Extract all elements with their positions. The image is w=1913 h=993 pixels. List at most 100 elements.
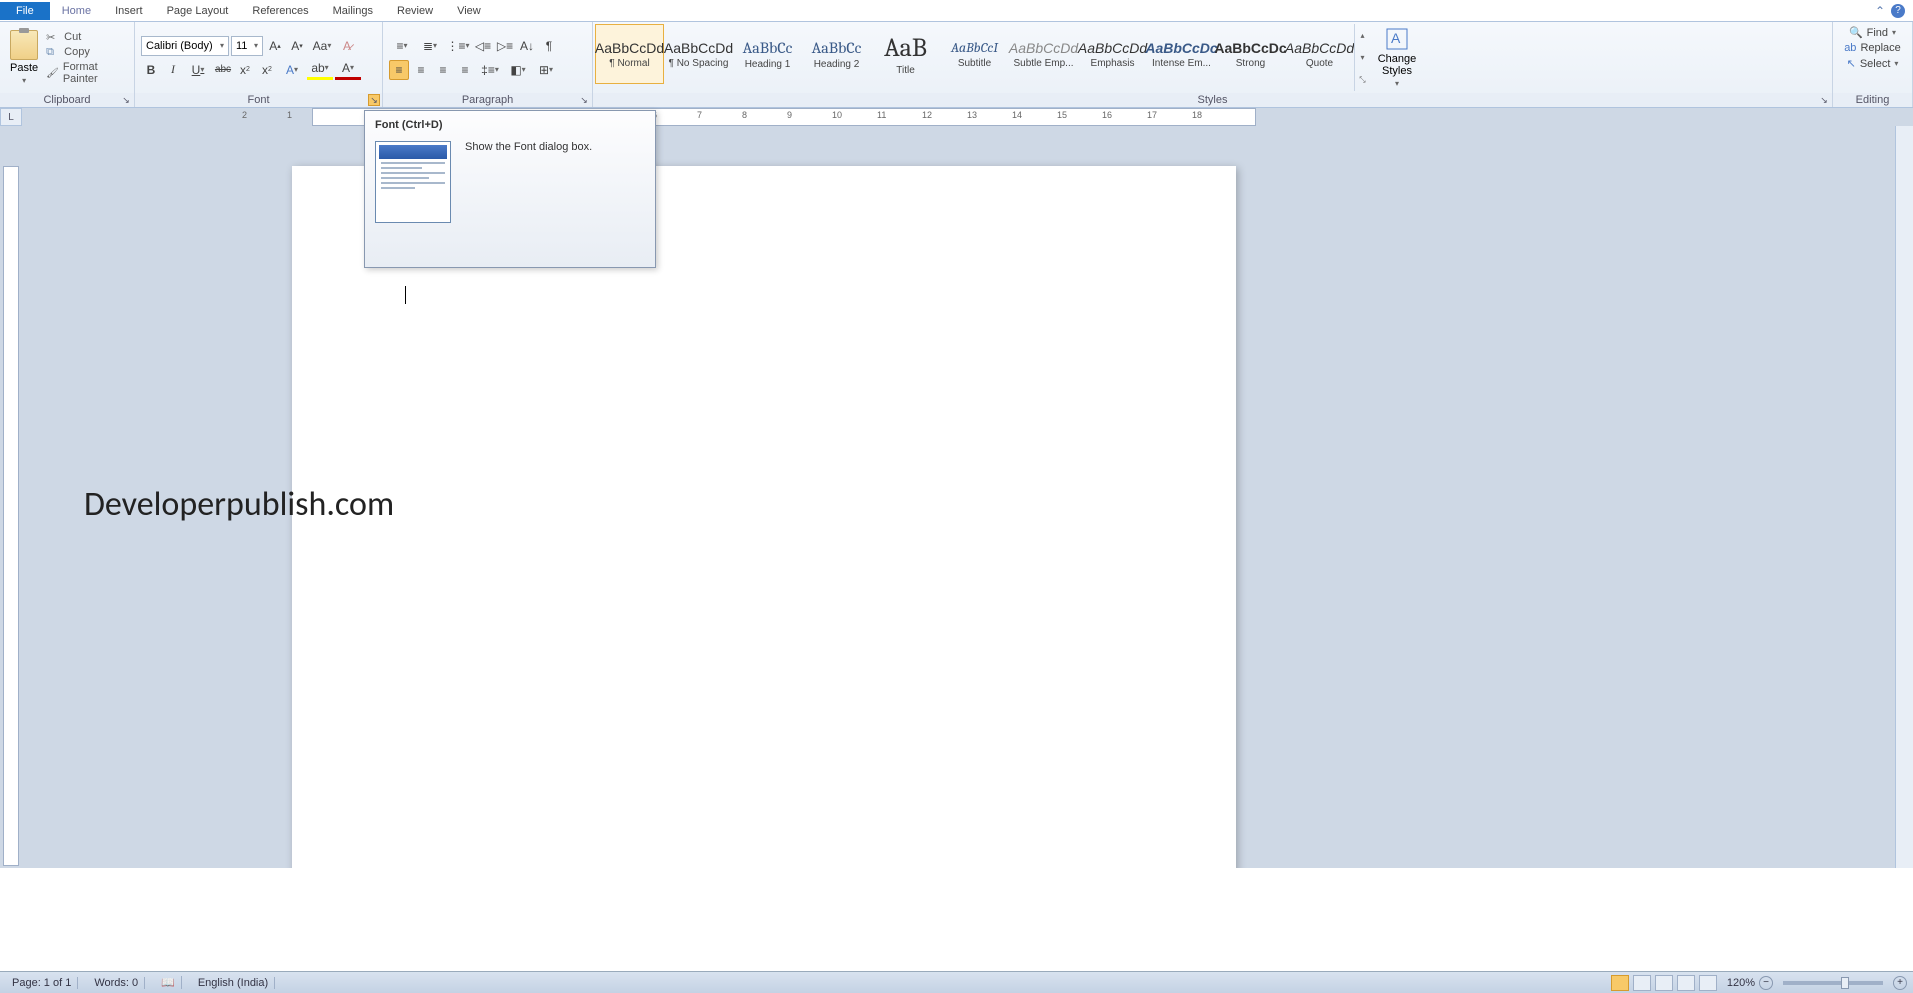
view-fullscreen-button[interactable] [1633, 975, 1651, 991]
zoom-level[interactable]: 120% [1727, 977, 1755, 989]
superscript-button[interactable]: x2 [257, 60, 277, 80]
shading-button[interactable]: ◧▾ [505, 60, 531, 80]
tab-insert[interactable]: Insert [103, 2, 155, 20]
tab-selector[interactable]: L [0, 108, 22, 126]
ruler-number: 12 [922, 110, 932, 120]
clear-formatting-button[interactable]: A̷ [337, 36, 357, 56]
multilevel-list-button[interactable]: ⋮≡▾ [445, 36, 471, 56]
tooltip-description: Show the Font dialog box. [465, 141, 592, 223]
sort-button[interactable]: A↓ [517, 36, 537, 56]
tooltip-title: Font (Ctrl+D) [375, 119, 645, 131]
font-color-button[interactable]: A▾ [335, 60, 361, 80]
zoom-in-button[interactable]: + [1893, 976, 1907, 990]
align-left-button[interactable]: ≡ [389, 60, 409, 80]
bullets-button[interactable]: ≡▾ [389, 36, 415, 56]
vertical-scrollbar[interactable] [1895, 126, 1913, 868]
font-name-combo[interactable]: Calibri (Body)▾ [141, 36, 229, 56]
ruler-number: 2 [242, 110, 247, 120]
style-preview: AaBbCc [743, 39, 793, 57]
style-item-emphasis[interactable]: AaBbCcDdEmphasis [1078, 24, 1147, 84]
brush-icon [46, 67, 59, 79]
align-center-button[interactable]: ≡ [411, 60, 431, 80]
tab-references[interactable]: References [240, 2, 320, 20]
help-icon[interactable]: ? [1891, 4, 1905, 18]
show-hide-button[interactable]: ¶ [539, 36, 559, 56]
cut-button[interactable]: Cut [46, 31, 128, 43]
style-item-subtitle[interactable]: AaBbCcISubtitle [940, 24, 1009, 84]
scroll-down-icon[interactable]: ▾ [1355, 46, 1370, 68]
status-language[interactable]: English (India) [192, 977, 275, 989]
zoom-out-button[interactable]: − [1759, 976, 1773, 990]
status-page[interactable]: Page: 1 of 1 [6, 977, 78, 989]
strikethrough-button[interactable]: abc [213, 60, 233, 80]
tab-file[interactable]: File [0, 2, 50, 20]
format-painter-button[interactable]: Format Painter [46, 61, 128, 85]
change-styles-button[interactable]: A Change Styles ▾ [1370, 24, 1424, 91]
paragraph-launcher[interactable]: ↘ [578, 94, 590, 106]
view-outline-button[interactable] [1677, 975, 1695, 991]
styles-gallery: AaBbCcDd¶ NormalAaBbCcDd¶ No SpacingAaBb… [593, 22, 1832, 93]
style-item--normal[interactable]: AaBbCcDd¶ Normal [595, 24, 664, 84]
horizontal-ruler[interactable]: 21123456789101112131415161718 [22, 108, 1913, 126]
decrease-indent-button[interactable]: ◁≡ [473, 36, 493, 56]
style-item--no-spacing[interactable]: AaBbCcDd¶ No Spacing [664, 24, 733, 84]
grow-font-button[interactable]: A▴ [265, 36, 285, 56]
scroll-up-icon[interactable]: ▴ [1355, 24, 1370, 46]
replace-button[interactable]: abReplace [1844, 42, 1901, 54]
change-case-button[interactable]: Aa▾ [309, 36, 335, 56]
view-print-layout-button[interactable] [1611, 975, 1629, 991]
font-size-combo[interactable]: 11▾ [231, 36, 263, 56]
styles-more-button[interactable]: ▴ ▾ ⤡ [1354, 24, 1370, 91]
clipboard-launcher[interactable]: ↘ [120, 94, 132, 106]
highlight-button[interactable]: ab▾ [307, 60, 333, 80]
style-preview: AaB [884, 33, 927, 63]
find-button[interactable]: 🔍Find▾ [1849, 26, 1896, 39]
italic-button[interactable]: I [163, 60, 183, 80]
view-draft-button[interactable] [1699, 975, 1717, 991]
style-item-strong[interactable]: AaBbCcDcStrong [1216, 24, 1285, 84]
select-button[interactable]: ↖Select▾ [1847, 57, 1899, 70]
paste-button[interactable]: Paste ▾ [6, 30, 42, 85]
text-cursor [405, 286, 406, 304]
minimize-ribbon-icon[interactable]: ⌃ [1875, 4, 1885, 18]
align-right-button[interactable]: ≡ [433, 60, 453, 80]
expand-gallery-icon[interactable]: ⤡ [1355, 69, 1370, 91]
paste-label: Paste [10, 62, 38, 74]
text-effects-button[interactable]: A▾ [279, 60, 305, 80]
numbering-button[interactable]: ≣▾ [417, 36, 443, 56]
vertical-ruler[interactable] [0, 126, 22, 868]
style-item-quote[interactable]: AaBbCcDdQuote [1285, 24, 1354, 84]
style-item-subtle-emp-[interactable]: AaBbCcDdSubtle Emp... [1009, 24, 1078, 84]
status-words[interactable]: Words: 0 [88, 977, 145, 989]
zoom-thumb[interactable] [1841, 977, 1849, 989]
tab-view[interactable]: View [445, 2, 493, 20]
tab-mailings[interactable]: Mailings [321, 2, 385, 20]
group-styles: AaBbCcDd¶ NormalAaBbCcDd¶ No SpacingAaBb… [593, 22, 1833, 107]
status-proofing[interactable]: 📖 [155, 976, 182, 989]
document-page[interactable] [292, 166, 1236, 868]
style-item-heading-2[interactable]: AaBbCcHeading 2 [802, 24, 871, 84]
style-item-heading-1[interactable]: AaBbCcHeading 1 [733, 24, 802, 84]
justify-button[interactable]: ≡ [455, 60, 475, 80]
subscript-button[interactable]: x2 [235, 60, 255, 80]
tab-page-layout[interactable]: Page Layout [155, 2, 241, 20]
zoom-slider[interactable] [1783, 981, 1883, 985]
style-item-intense-em-[interactable]: AaBbCcDcIntense Em... [1147, 24, 1216, 84]
view-web-layout-button[interactable] [1655, 975, 1673, 991]
tab-home[interactable]: Home [50, 2, 103, 20]
tab-review[interactable]: Review [385, 2, 445, 20]
increase-indent-button[interactable]: ▷≡ [495, 36, 515, 56]
shrink-font-button[interactable]: A▾ [287, 36, 307, 56]
style-item-title[interactable]: AaBTitle [871, 24, 940, 84]
underline-button[interactable]: U▾ [185, 60, 211, 80]
status-bar: Page: 1 of 1 Words: 0 📖 English (India) … [0, 971, 1913, 993]
change-styles-icon: A [1385, 27, 1409, 51]
borders-button[interactable]: ⊞▾ [533, 60, 559, 80]
styles-launcher[interactable]: ↘ [1818, 94, 1830, 106]
style-preview: AaBbCcDc [1214, 40, 1286, 56]
style-name-label: Subtle Emp... [1013, 58, 1073, 69]
line-spacing-button[interactable]: ‡≡▾ [477, 60, 503, 80]
font-launcher[interactable]: ↘ [368, 94, 380, 106]
bold-button[interactable]: B [141, 60, 161, 80]
copy-button[interactable]: Copy [46, 46, 128, 58]
